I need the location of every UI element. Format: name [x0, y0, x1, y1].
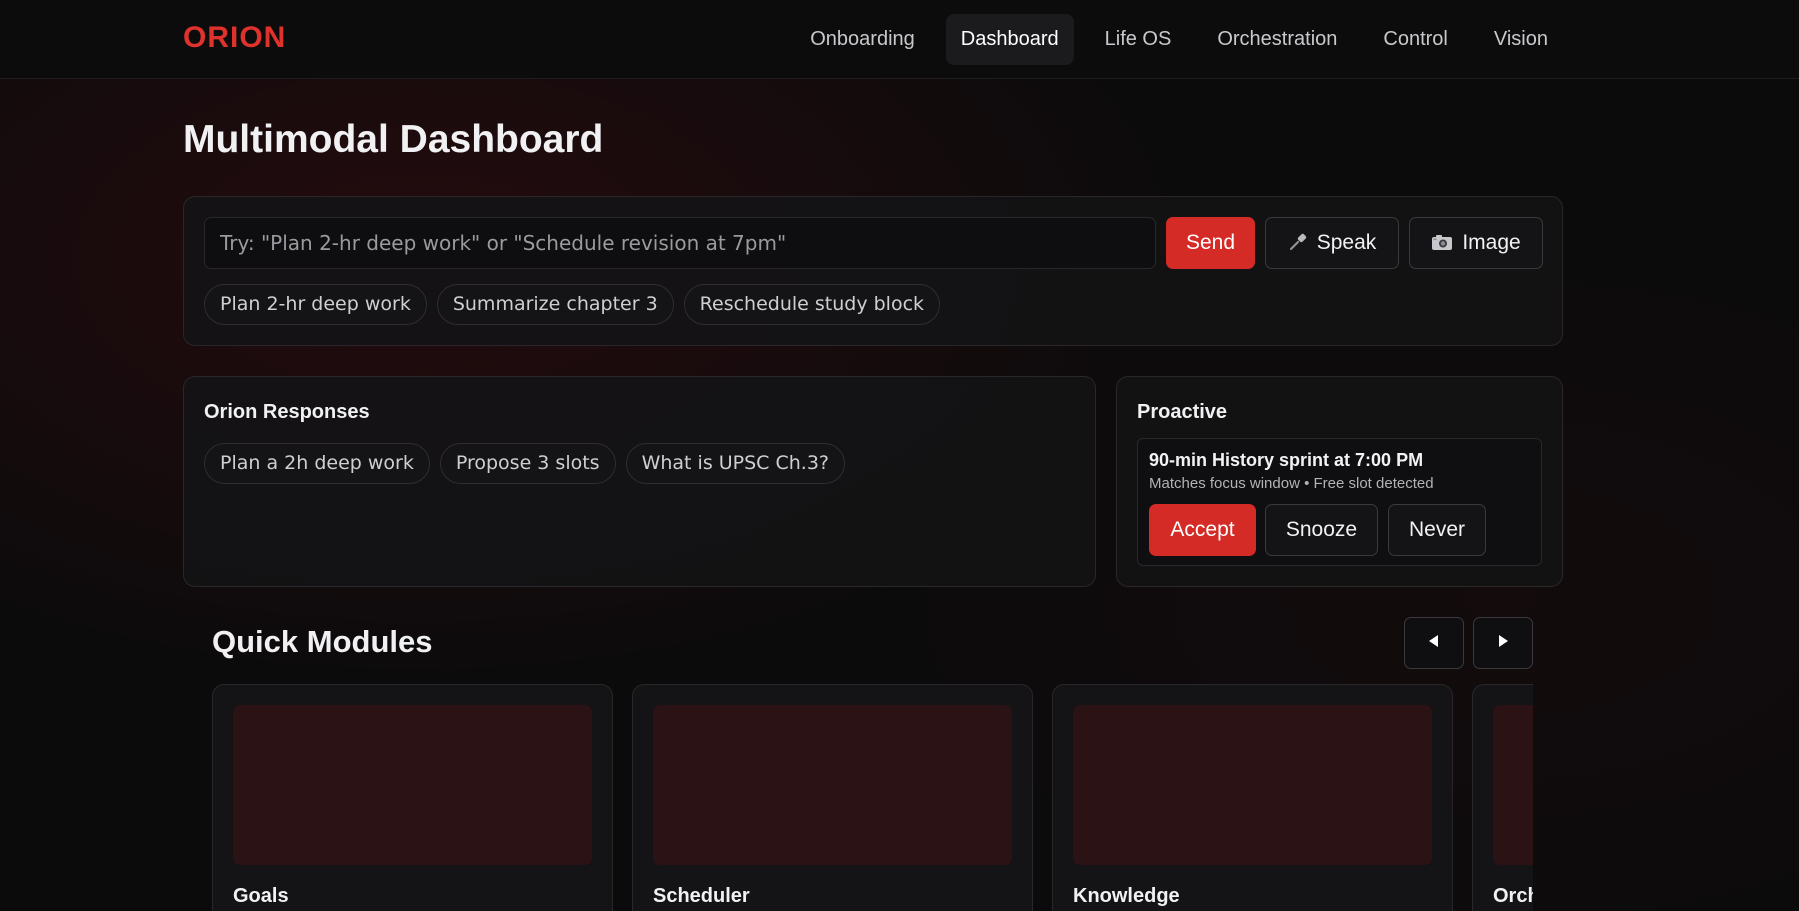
- responses-heading: Orion Responses: [204, 401, 370, 423]
- image-button[interactable]: Image: [1409, 217, 1543, 269]
- nav-items: Onboarding Dashboard Life OS Orchestrati…: [779, 14, 1563, 65]
- module-card-orchestration[interactable]: Orchestration: [1472, 684, 1533, 911]
- quick-modules-title: Quick Modules: [212, 624, 433, 659]
- modules-carousel: Goals Scheduler Knowledge Orchestration: [212, 684, 1533, 911]
- module-card-knowledge[interactable]: Knowledge: [1052, 684, 1453, 911]
- snooze-button[interactable]: Snooze: [1265, 504, 1378, 556]
- quick-prompt-chip[interactable]: Summarize chapter 3: [436, 284, 674, 325]
- prompt-input[interactable]: [204, 217, 1156, 269]
- carousel-prev-button[interactable]: [1404, 617, 1464, 669]
- module-card-scheduler[interactable]: Scheduler: [632, 684, 1033, 911]
- send-button[interactable]: Send: [1166, 217, 1255, 269]
- response-chip[interactable]: What is UPSC Ch.3?: [625, 443, 846, 484]
- proactive-suggestion: 90-min History sprint at 7:00 PM Matches…: [1137, 438, 1542, 566]
- nav-item-orchestration[interactable]: Orchestration: [1202, 14, 1352, 65]
- carousel-next-button[interactable]: [1473, 617, 1533, 669]
- module-thumbnail: [1493, 705, 1533, 865]
- nav-item-onboarding[interactable]: Onboarding: [795, 14, 930, 65]
- send-button-label: Send: [1185, 231, 1236, 254]
- nav-item-dashboard[interactable]: Dashboard: [945, 14, 1074, 65]
- image-button-label: Image: [1462, 231, 1521, 254]
- proactive-heading: Proactive: [1137, 401, 1228, 423]
- nav-item-vision[interactable]: Vision: [1479, 14, 1563, 65]
- module-name: Orchestration: [1493, 885, 1533, 907]
- microphone-icon: [1288, 232, 1308, 255]
- suggestion-meta: Matches focus window • Free slot detecte…: [1149, 475, 1434, 492]
- chevron-right-icon: [1495, 633, 1511, 654]
- suggestion-title: 90-min History sprint at 7:00 PM: [1149, 450, 1424, 470]
- accept-button[interactable]: Accept: [1149, 504, 1256, 556]
- module-thumbnail: [653, 705, 1012, 865]
- module-name: Knowledge: [1073, 885, 1180, 907]
- page-title: Multimodal Dashboard: [183, 118, 604, 161]
- module-name: Goals: [233, 885, 289, 907]
- orion-logo[interactable]: ORION: [183, 21, 286, 55]
- module-card-goals[interactable]: Goals: [212, 684, 613, 911]
- response-chips: Plan a 2h deep work Propose 3 slots What…: [204, 443, 846, 484]
- responses-panel: Orion Responses Plan a 2h deep work Prop…: [183, 376, 1096, 587]
- proactive-panel: Proactive 90-min History sprint at 7:00 …: [1116, 376, 1563, 587]
- never-button[interactable]: Never: [1388, 504, 1486, 556]
- top-nav: ORION Onboarding Dashboard Life OS Orche…: [0, 0, 1799, 79]
- nav-item-life-os[interactable]: Life OS: [1090, 14, 1187, 65]
- response-chip[interactable]: Propose 3 slots: [439, 443, 616, 484]
- module-thumbnail: [233, 705, 592, 865]
- speak-button-label: Speak: [1316, 231, 1377, 254]
- quick-prompt-chip[interactable]: Reschedule study block: [683, 284, 941, 325]
- speak-button[interactable]: Speak: [1265, 217, 1399, 269]
- response-chip[interactable]: Plan a 2h deep work: [204, 443, 430, 484]
- composer-panel: Send Speak Image Plan 2-hr deep work Sum…: [183, 196, 1563, 346]
- nav-item-control[interactable]: Control: [1368, 14, 1462, 65]
- module-name: Scheduler: [653, 885, 750, 907]
- quick-prompts: Plan 2-hr deep work Summarize chapter 3 …: [204, 284, 941, 325]
- chevron-left-icon: [1426, 633, 1442, 654]
- quick-prompt-chip[interactable]: Plan 2-hr deep work: [204, 284, 427, 325]
- module-thumbnail: [1073, 705, 1432, 865]
- camera-icon: [1431, 233, 1453, 254]
